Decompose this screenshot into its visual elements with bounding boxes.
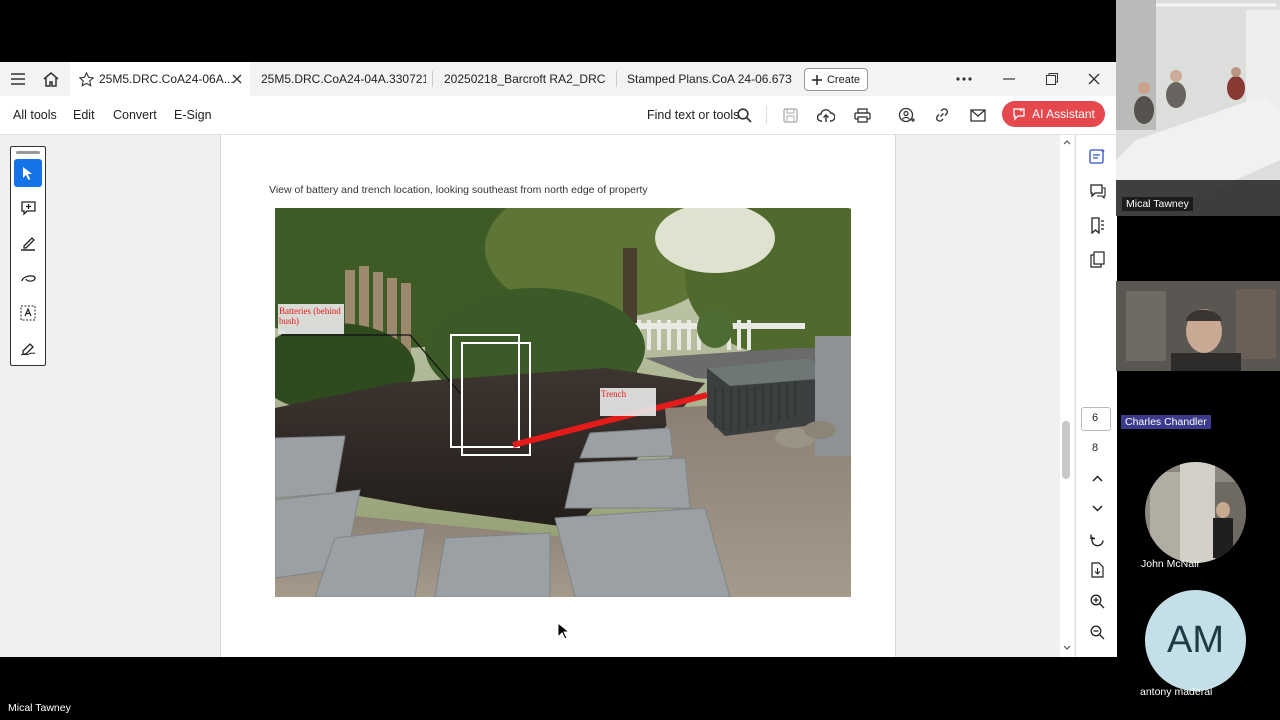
scrollbar-thumb[interactable] (1062, 421, 1070, 479)
site-photo: Batteries (behind bush) Trench (275, 208, 851, 597)
zoom-in-icon[interactable] (1086, 590, 1108, 612)
minimize-icon[interactable] (1000, 71, 1018, 87)
tab-divider (432, 71, 433, 87)
acrobat-window: 25M5.DRC.CoA24-06A... 25M5.DRC.CoA24-04A… (0, 62, 1117, 657)
email-icon[interactable] (969, 106, 987, 124)
freehand-draw-icon (20, 275, 36, 282)
create-label: Create (826, 73, 861, 86)
close-tab-icon[interactable] (230, 72, 244, 86)
zoom-out-icon[interactable] (1086, 621, 1108, 643)
video-tile-charles-chandler[interactable] (1116, 281, 1280, 371)
pointer-icon (23, 166, 32, 180)
highlight-tool-button[interactable] (14, 229, 42, 257)
tab-document-1[interactable]: 25M5.DRC.CoA24-06A... (70, 62, 250, 96)
right-side-panel: 6 8 (1075, 135, 1117, 657)
meeting-room-video (1116, 0, 1280, 216)
current-page-number[interactable]: 6 (1081, 407, 1109, 429)
active-speaker-name: Mical Tawney (8, 702, 71, 714)
bookmarks-icon[interactable] (1086, 214, 1108, 236)
tab-label: 25M5.DRC.CoA24-06A... (99, 72, 234, 86)
restore-icon[interactable] (1043, 71, 1061, 87)
sign-pen-icon (20, 343, 35, 356)
create-button[interactable]: Create (804, 68, 868, 91)
annotation-overlay (281, 334, 708, 456)
link-icon[interactable] (933, 106, 951, 124)
menu-esign[interactable]: E-Sign (174, 96, 212, 134)
home-icon[interactable] (42, 70, 60, 88)
generative-summary-icon[interactable] (1086, 145, 1108, 167)
participant-name-antony: antony maderal (1140, 686, 1213, 698)
share-with-people-icon[interactable] (897, 106, 915, 124)
plus-icon (811, 74, 822, 85)
document-viewport: View of battery and trench location, loo… (0, 135, 1075, 657)
mouse-cursor-icon (557, 622, 569, 640)
tab-document-4[interactable]: Stamped Plans.CoA 24-06.6733... (627, 62, 792, 96)
avatar-antony-maderal: AM (1145, 590, 1246, 691)
tab-document-3[interactable]: 20250218_Barcroft RA2_DRC S... (444, 62, 609, 96)
total-pages: 8 (1091, 442, 1099, 454)
ai-assistant-button[interactable]: AI Assistant (1002, 101, 1105, 127)
participant-name-charles: Charles Chandler (1121, 415, 1211, 429)
upload-cloud-icon[interactable] (817, 106, 835, 124)
rotate-icon[interactable] (1086, 529, 1108, 551)
menu-convert[interactable]: Convert (113, 96, 157, 134)
toolbar-divider (766, 106, 767, 124)
search-icon[interactable] (736, 107, 753, 124)
photo-caption: View of battery and trench location, loo… (269, 184, 648, 196)
avatar-john-mcnair (1145, 462, 1246, 563)
add-comment-tool-button[interactable] (14, 194, 42, 222)
comment-plus-icon (20, 201, 36, 216)
tab-bar: 25M5.DRC.CoA24-06A... 25M5.DRC.CoA24-04A… (0, 62, 1116, 97)
next-page-icon[interactable] (1086, 497, 1108, 519)
draw-tool-button[interactable] (14, 264, 42, 292)
participant-name: Mical Tawney (1122, 197, 1193, 211)
toolbar: All tools Edit Convert E-Sign Find text … (0, 96, 1116, 135)
drag-handle[interactable] (16, 151, 40, 154)
tab-divider (616, 71, 617, 87)
sign-tool-button[interactable] (14, 334, 42, 362)
text-select-icon (20, 305, 36, 321)
scroll-up-icon[interactable] (1063, 139, 1071, 145)
tab-document-2[interactable]: 25M5.DRC.CoA24-04A.330721s... (261, 62, 426, 96)
print-icon[interactable] (853, 106, 871, 124)
close-window-icon[interactable] (1085, 71, 1103, 87)
comments-icon[interactable] (1086, 180, 1108, 202)
hamburger-menu-icon[interactable] (10, 71, 26, 87)
video-tile-mical-tawney[interactable]: Mical Tawney (1116, 0, 1280, 216)
participant-name-john: John McNair (1141, 558, 1200, 570)
page-thumbnails-icon[interactable] (1086, 248, 1108, 270)
save-icon[interactable] (781, 106, 799, 124)
menu-all-tools[interactable]: All tools (13, 96, 57, 134)
text-box-tool-button[interactable] (14, 299, 42, 327)
extract-pages-icon[interactable] (1086, 559, 1108, 581)
participant-video (1116, 281, 1280, 371)
more-options-icon[interactable] (955, 71, 973, 87)
menu-edit[interactable]: Edit (73, 96, 95, 134)
scroll-down-icon[interactable] (1063, 645, 1071, 651)
trench-annotation-text: Trench (601, 389, 627, 399)
select-tool-button[interactable] (14, 159, 42, 187)
quick-tools-panel (10, 146, 46, 366)
vertical-scrollbar[interactable] (1060, 135, 1074, 657)
find-text-or-tools[interactable]: Find text or tools (647, 96, 739, 134)
previous-page-icon[interactable] (1086, 467, 1108, 489)
highlighter-icon (20, 237, 35, 251)
ai-assistant-label: AI Assistant (1032, 107, 1095, 121)
star-icon[interactable] (78, 71, 94, 87)
pdf-page: View of battery and trench location, loo… (220, 135, 896, 657)
ai-assistant-icon (1013, 108, 1025, 121)
